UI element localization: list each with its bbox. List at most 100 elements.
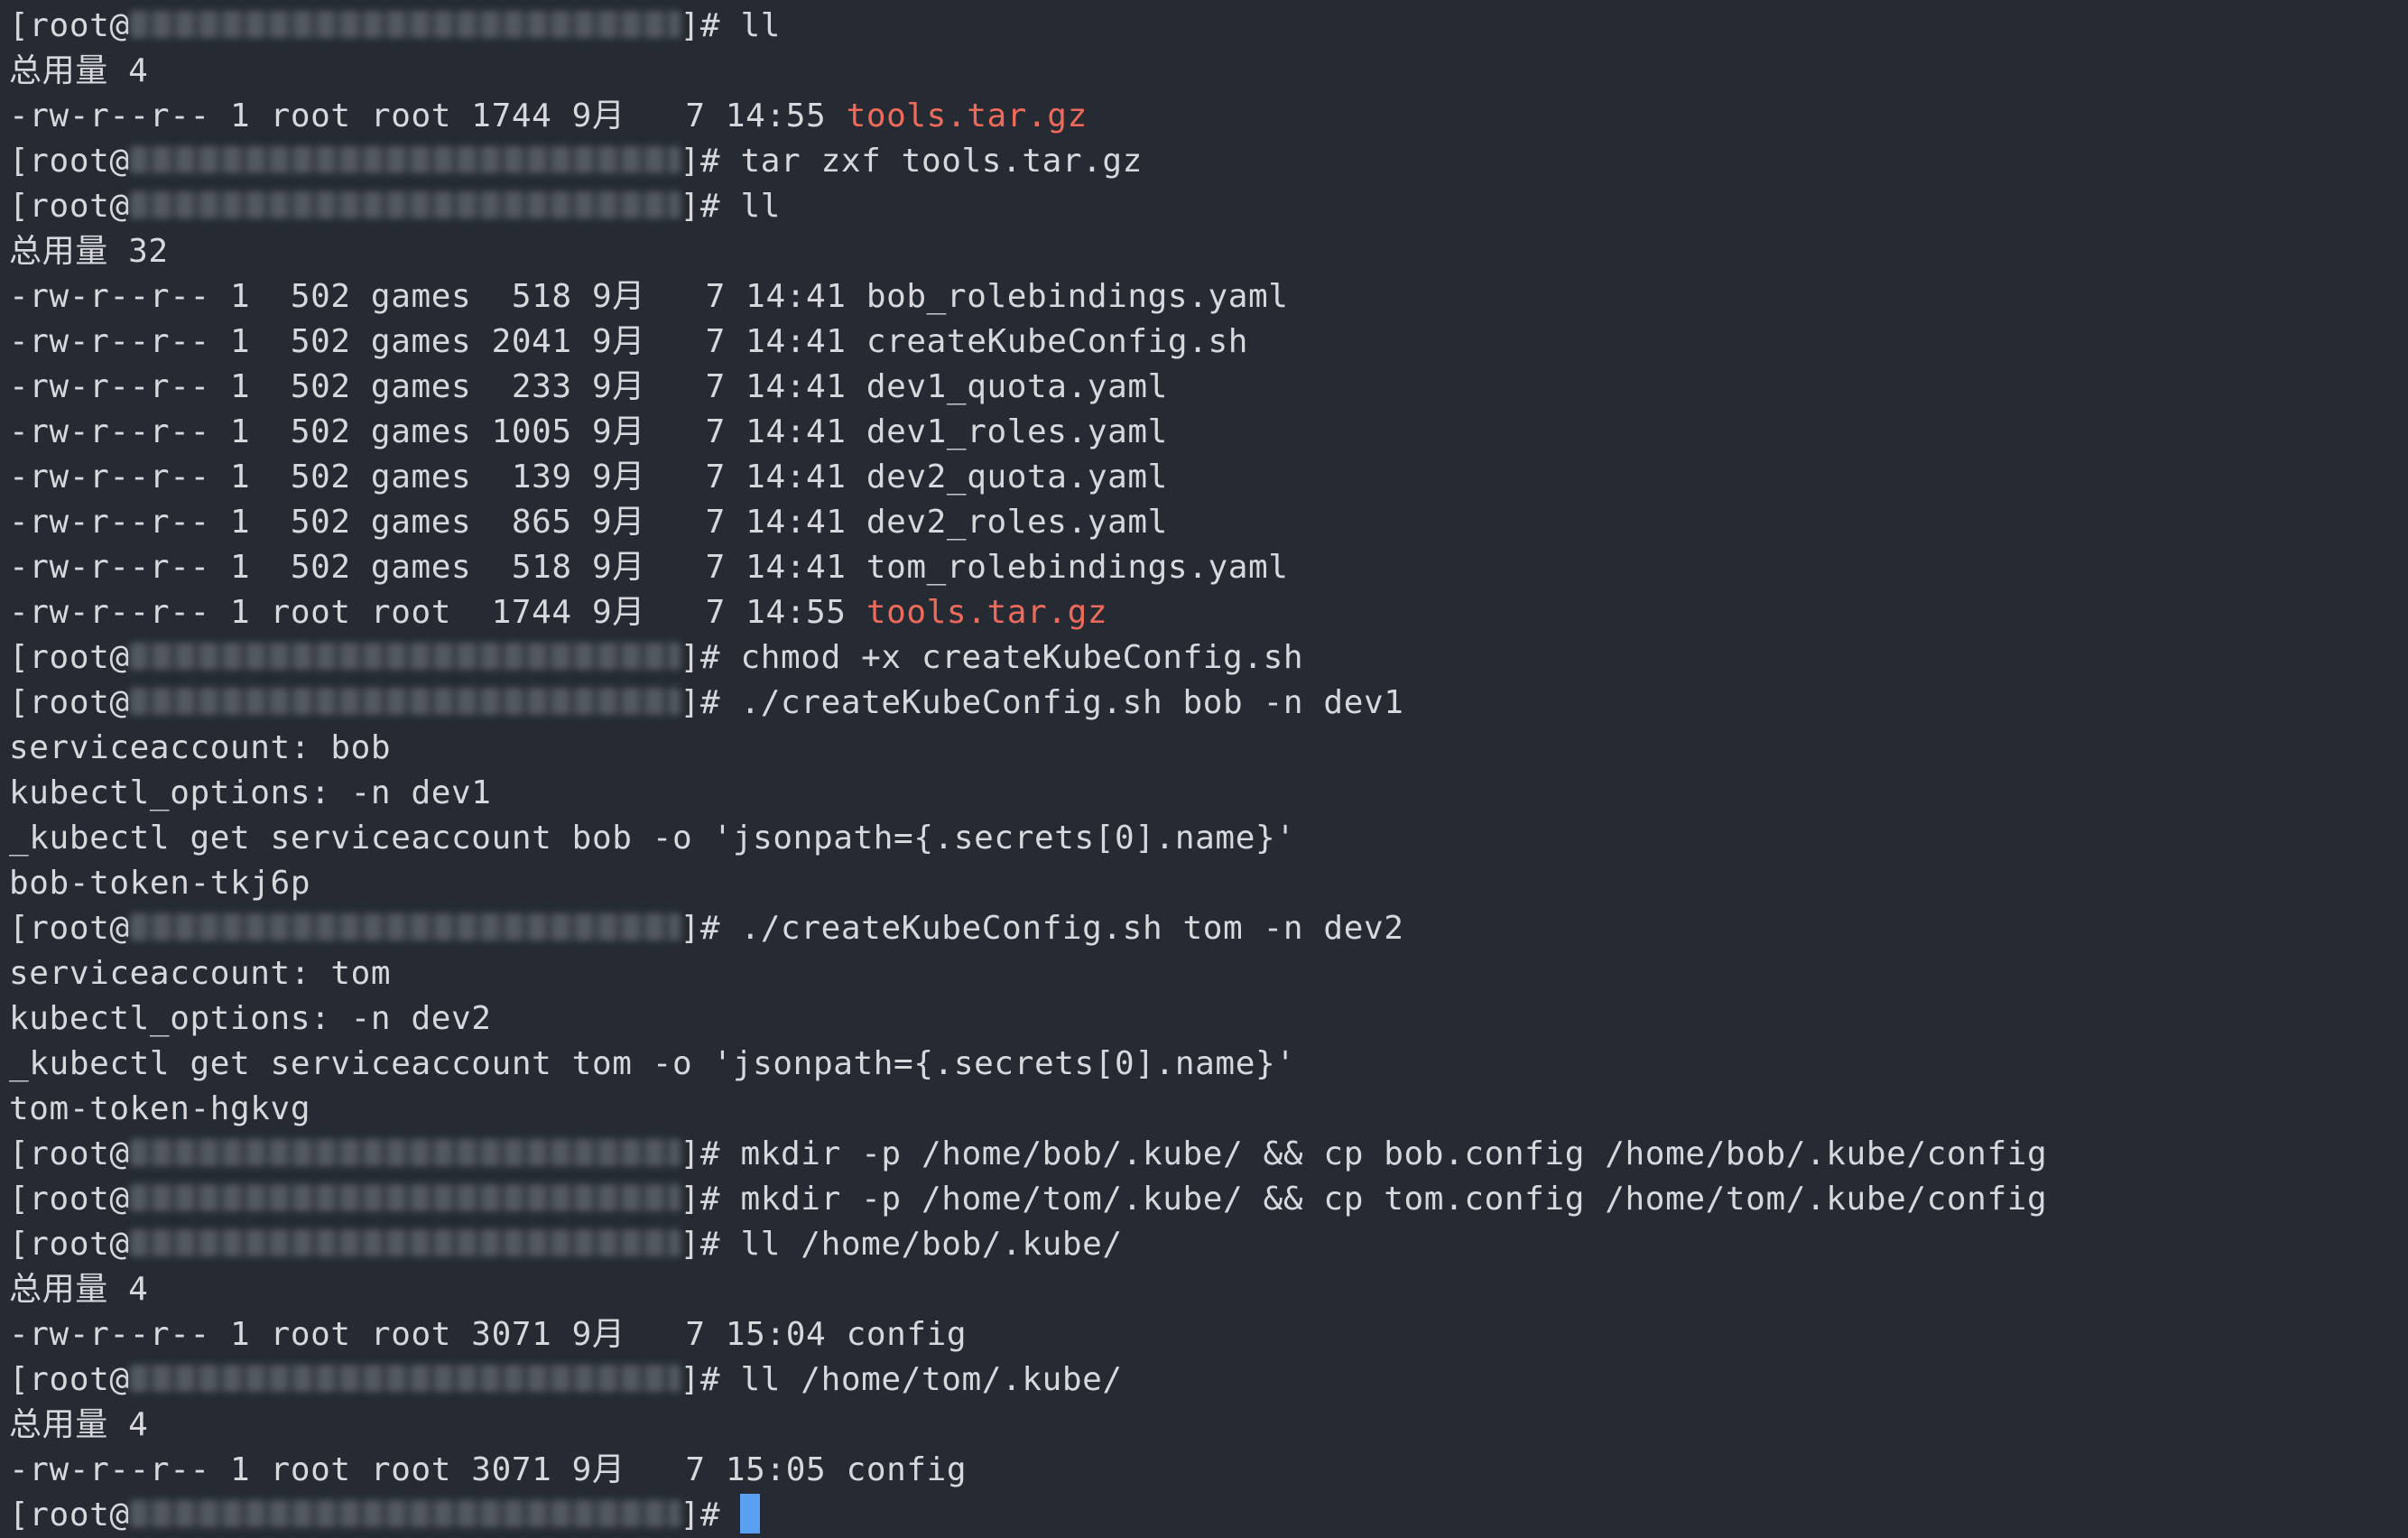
prompt-user: [root@ <box>9 639 130 676</box>
file-attributes: -rw-r--r-- 1 502 games 518 9月 7 14:41 <box>9 549 866 586</box>
prompt-user: [root@ <box>9 143 130 180</box>
prompt-user: [root@ <box>9 1181 130 1218</box>
archive-filename: tools.tar.gz <box>846 97 1088 134</box>
filename: createKubeConfig.sh <box>866 323 1249 360</box>
prompt-user: [root@ <box>9 1135 130 1172</box>
filename: config <box>846 1451 968 1488</box>
output-line: _kubectl get serviceaccount bob -o 'json… <box>9 820 1296 857</box>
output-line: 总用量 4 <box>9 1406 149 1443</box>
command-text: ll /home/bob/.kube/ <box>740 1226 1123 1263</box>
prompt-line: [root@ ]# ./createKubeConfig.sh bob -n de… <box>9 681 2408 726</box>
prompt-line: [root@ ]# ll /home/bob/.kube/ <box>9 1222 2408 1267</box>
file-listing-row: -rw-r--r-- 1 502 games 518 9月 7 14:41 to… <box>9 545 2408 590</box>
output-line: 总用量 4 <box>9 1271 149 1308</box>
file-listing-row: -rw-r--r-- 1 502 games 233 9月 7 14:41 de… <box>9 365 2408 410</box>
filename: config <box>846 1316 968 1353</box>
output-line: 总用量 32 <box>9 233 169 270</box>
prompt-user: [root@ <box>9 1226 130 1263</box>
output-line: kubectl_options: -n dev1 <box>9 774 492 811</box>
prompt-line: [root@ ]# mkdir -p /home/tom/.kube/ && cp… <box>9 1177 2408 1222</box>
prompt-user: [root@ <box>9 1496 130 1533</box>
file-listing-row: -rw-r--r-- 1 502 games 865 9月 7 14:41 de… <box>9 500 2408 545</box>
prompt-user: [root@ <box>9 7 130 44</box>
prompt-user: [root@ <box>9 910 130 947</box>
prompt-line: [root@ ]# chmod +x createKubeConfig.sh <box>9 635 2408 681</box>
command-text: mkdir -p /home/tom/.kube/ && cp tom.conf… <box>740 1181 2048 1218</box>
file-attributes: -rw-r--r-- 1 root root 1744 9月 7 14:55 <box>9 97 847 134</box>
file-listing-row: -rw-r--r-- 1 root root 3071 9月 7 15:04 c… <box>9 1312 2408 1357</box>
blurred-hostname <box>129 643 681 670</box>
blurred-hostname <box>129 1184 681 1211</box>
prompt-line: [root@ ]# ./createKubeConfig.sh tom -n de… <box>9 906 2408 951</box>
command-text: chmod +x createKubeConfig.sh <box>740 639 1304 676</box>
output-line: tom-token-hgkvg <box>9 1090 311 1127</box>
command-text: mkdir -p /home/bob/.kube/ && cp bob.conf… <box>740 1135 2048 1172</box>
prompt-line: [root@ ]# ll <box>9 4 2408 49</box>
file-attributes: -rw-r--r-- 1 root root 1744 9月 7 14:55 <box>9 594 866 631</box>
prompt-symbol: ]# <box>680 639 741 676</box>
text-cursor[interactable] <box>740 1494 761 1533</box>
prompt-symbol: ]# <box>680 910 741 947</box>
command-text: tar zxf tools.tar.gz <box>740 143 1143 180</box>
file-attributes: -rw-r--r-- 1 502 games 2041 9月 7 14:41 <box>9 323 866 360</box>
terminal-output: [root@ ]# ll 总用量 4 -rw-r--r-- 1 root root 1… <box>9 4 2408 1538</box>
prompt-user: [root@ <box>9 188 130 225</box>
file-listing-row: -rw-r--r-- 1 root root 1744 9月 7 14:55 t… <box>9 590 2408 635</box>
prompt-symbol: ]# <box>680 1496 741 1533</box>
output-line: 总用量 4 <box>9 52 149 89</box>
blurred-hostname <box>129 1365 681 1392</box>
prompt-line: [root@ ]# ll <box>9 184 2408 229</box>
prompt-symbol: ]# <box>680 188 741 225</box>
file-listing-row: -rw-r--r-- 1 502 games 1005 9月 7 14:41 d… <box>9 410 2408 455</box>
prompt-line: [root@ ]# mkdir -p /home/bob/.kube/ && cp… <box>9 1132 2408 1177</box>
blurred-hostname <box>129 11 681 38</box>
file-listing-row: -rw-r--r-- 1 502 games 2041 9月 7 14:41 c… <box>9 320 2408 365</box>
prompt-symbol: ]# <box>680 1181 741 1218</box>
file-listing-row: -rw-r--r-- 1 502 games 518 9月 7 14:41 bo… <box>9 274 2408 320</box>
command-text: ./createKubeConfig.sh bob -n dev1 <box>740 684 1404 721</box>
filename: bob_rolebindings.yaml <box>866 278 1289 315</box>
blurred-hostname <box>129 1500 681 1527</box>
blurred-hostname <box>129 146 681 173</box>
prompt-symbol: ]# <box>680 1135 741 1172</box>
file-attributes: -rw-r--r-- 1 502 games 1005 9月 7 14:41 <box>9 413 866 450</box>
file-attributes: -rw-r--r-- 1 root root 3071 9月 7 15:05 <box>9 1451 847 1488</box>
file-listing-row: -rw-r--r-- 1 root root 1744 9月 7 14:55 t… <box>9 94 2408 139</box>
command-text: ./createKubeConfig.sh tom -n dev2 <box>740 910 1404 947</box>
blurred-hostname <box>129 191 681 218</box>
file-attributes: -rw-r--r-- 1 502 games 518 9月 7 14:41 <box>9 278 866 315</box>
prompt-user: [root@ <box>9 1361 130 1398</box>
blurred-hostname <box>129 688 681 715</box>
output-line: kubectl_options: -n dev2 <box>9 1000 492 1037</box>
filename: dev2_roles.yaml <box>866 504 1168 541</box>
prompt-symbol: ]# <box>680 7 741 44</box>
filename: dev1_roles.yaml <box>866 413 1168 450</box>
output-line: bob-token-tkj6p <box>9 865 311 902</box>
prompt-symbol: ]# <box>680 684 741 721</box>
command-text: ll <box>740 188 782 225</box>
file-attributes: -rw-r--r-- 1 root root 3071 9月 7 15:04 <box>9 1316 847 1353</box>
output-line: serviceaccount: tom <box>9 955 392 992</box>
blurred-hostname <box>129 1229 681 1256</box>
blurred-hostname <box>129 1139 681 1166</box>
file-listing-row: -rw-r--r-- 1 root root 3071 9月 7 15:05 c… <box>9 1448 2408 1493</box>
prompt-symbol: ]# <box>680 1361 741 1398</box>
prompt-symbol: ]# <box>680 143 741 180</box>
filename: dev2_quota.yaml <box>866 459 1168 496</box>
prompt-user: [root@ <box>9 684 130 721</box>
prompt-line: [root@ ]# <box>9 1493 2408 1538</box>
prompt-line: [root@ ]# tar zxf tools.tar.gz <box>9 139 2408 184</box>
filename: dev1_quota.yaml <box>866 368 1168 405</box>
filename: tom_rolebindings.yaml <box>866 549 1289 586</box>
terminal-window[interactable]: [root@ ]# ll 总用量 4 -rw-r--r-- 1 root root 1… <box>0 0 2408 1538</box>
command-text: ll <box>740 7 782 44</box>
archive-filename: tools.tar.gz <box>866 594 1108 631</box>
command-text: ll /home/tom/.kube/ <box>740 1361 1123 1398</box>
file-attributes: -rw-r--r-- 1 502 games 865 9月 7 14:41 <box>9 504 866 541</box>
output-line: _kubectl get serviceaccount tom -o 'json… <box>9 1045 1296 1082</box>
output-line: serviceaccount: bob <box>9 729 392 766</box>
file-attributes: -rw-r--r-- 1 502 games 139 9月 7 14:41 <box>9 459 866 496</box>
blurred-hostname <box>129 913 681 940</box>
prompt-symbol: ]# <box>680 1226 741 1263</box>
file-listing-row: -rw-r--r-- 1 502 games 139 9月 7 14:41 de… <box>9 455 2408 500</box>
